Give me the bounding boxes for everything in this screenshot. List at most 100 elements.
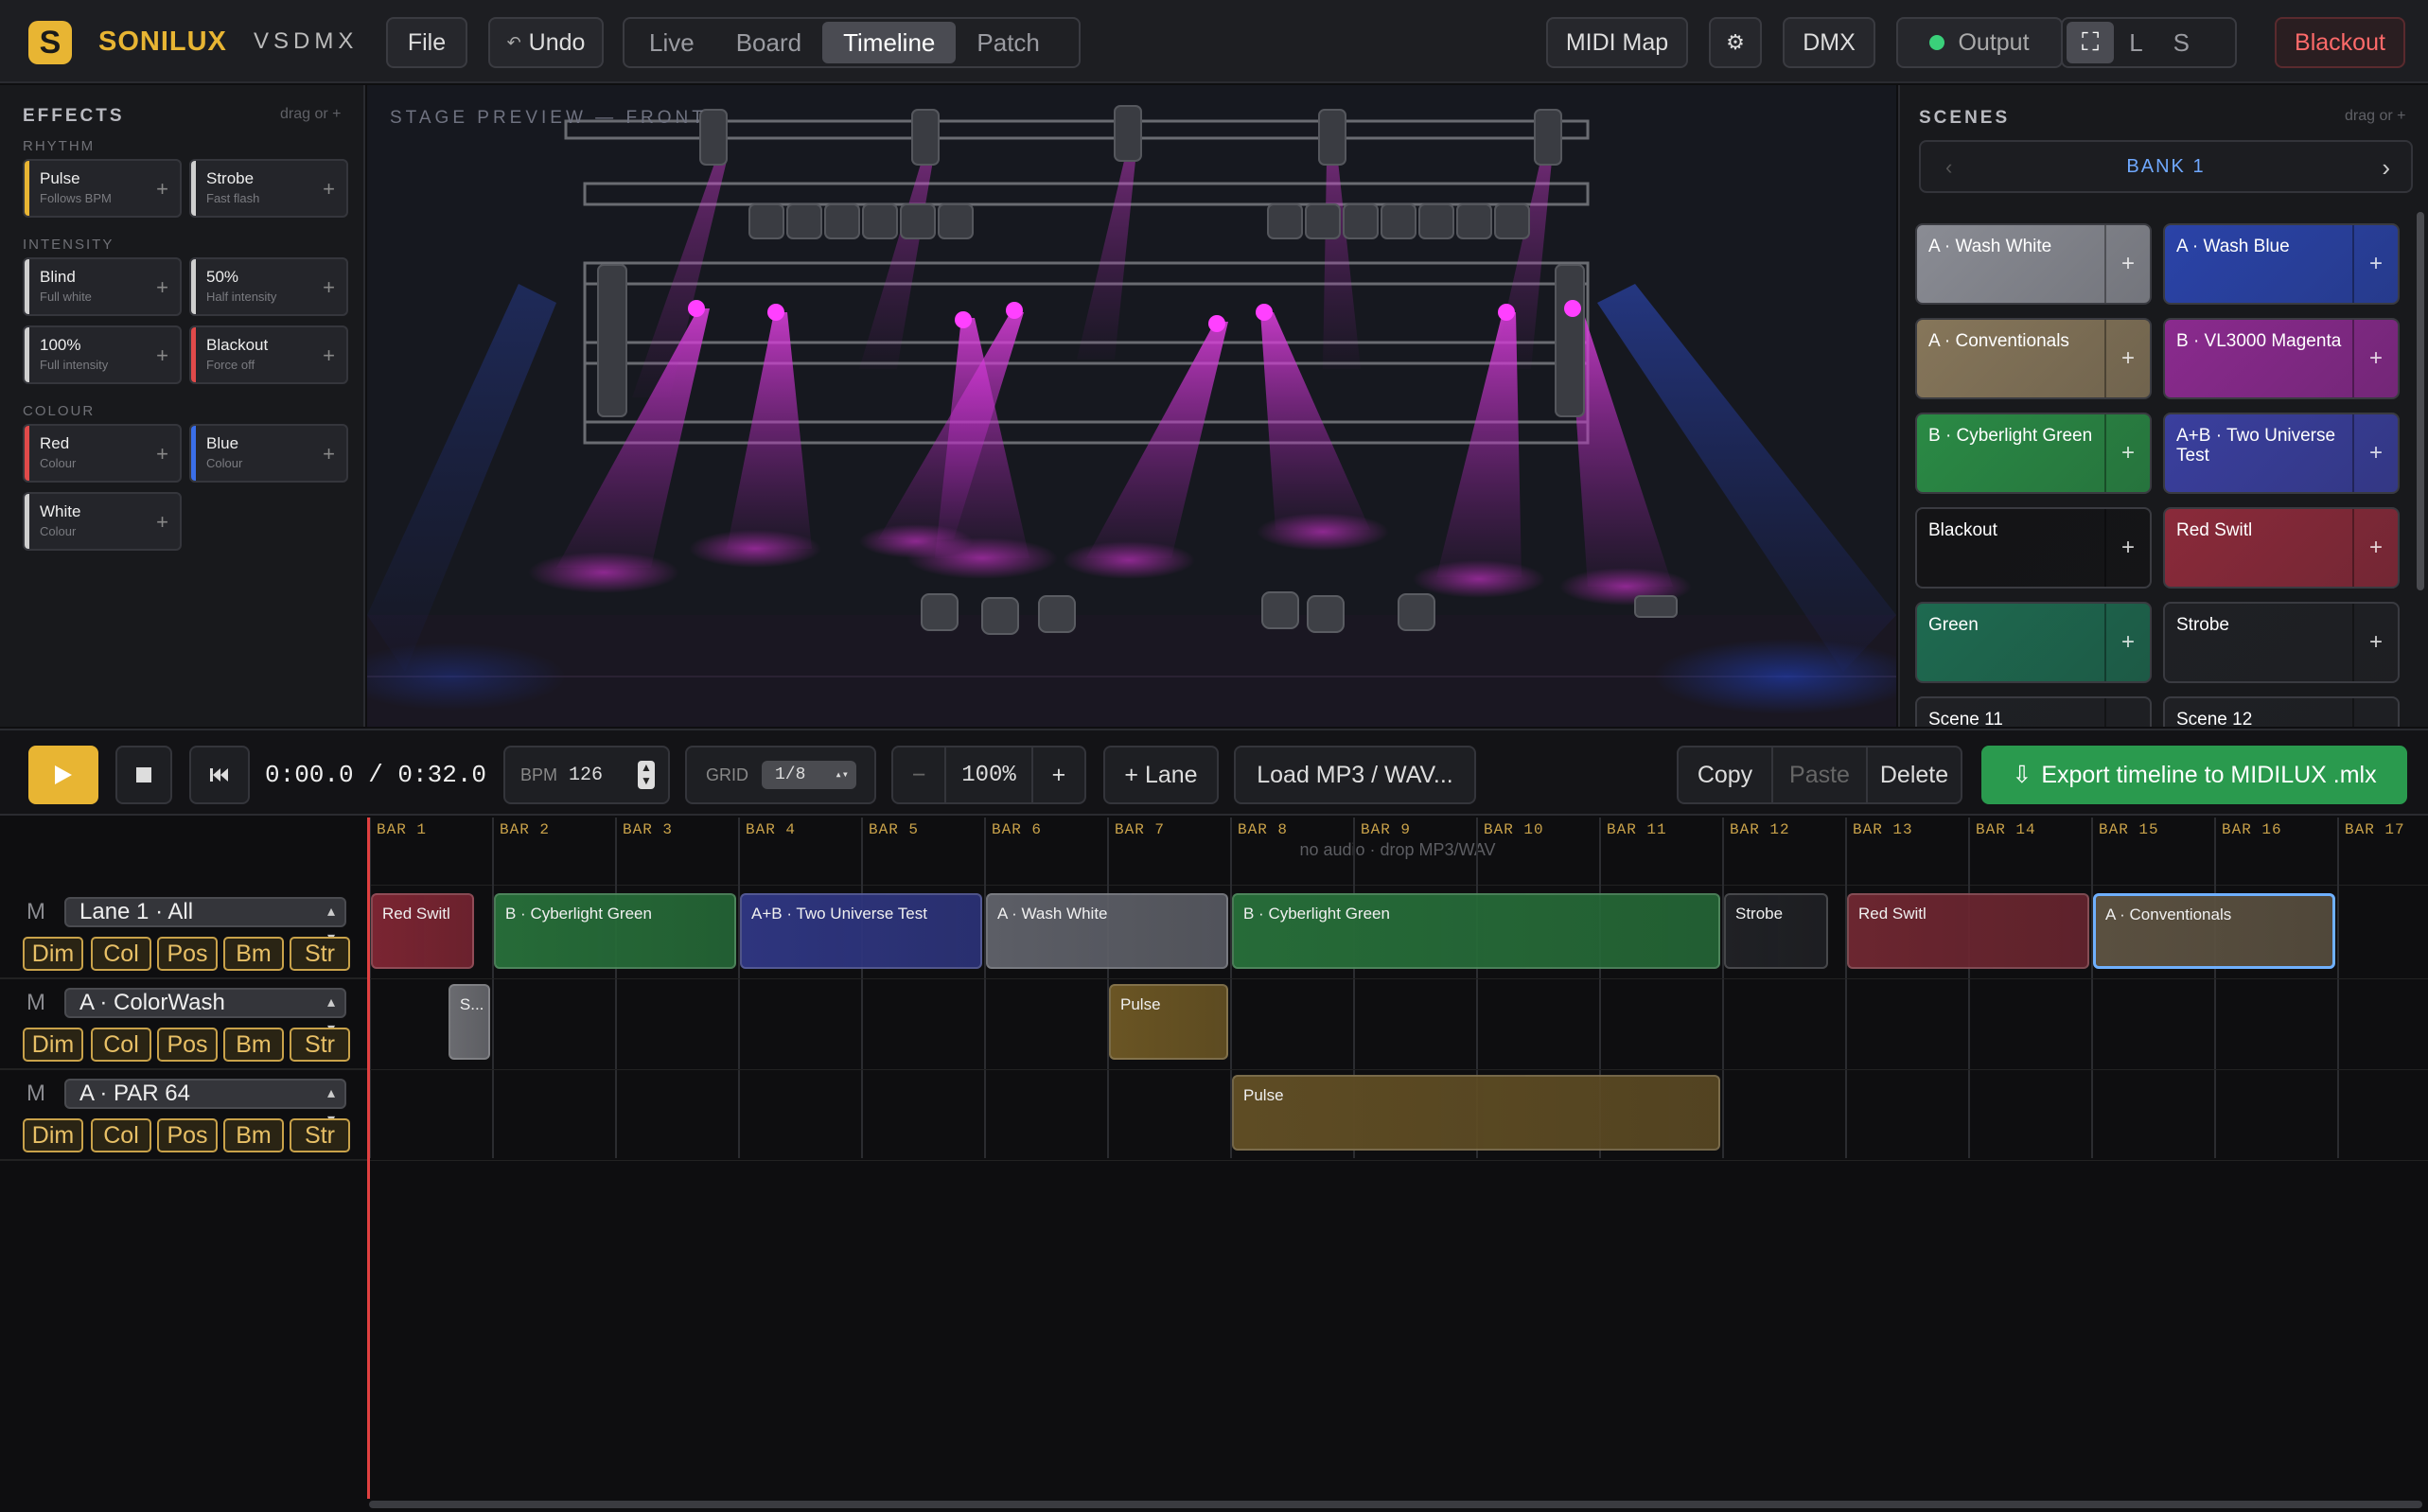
- midi-map-button[interactable]: MIDI Map: [1546, 17, 1688, 68]
- add-icon[interactable]: +: [156, 442, 168, 466]
- size-large-button[interactable]: L: [2114, 22, 2157, 63]
- tab-timeline[interactable]: Timeline: [822, 22, 957, 63]
- chip-pos[interactable]: Pos: [157, 937, 218, 971]
- add-icon[interactable]: +: [2352, 414, 2398, 492]
- timeline-clip[interactable]: Strobe: [1724, 893, 1829, 969]
- copy-button[interactable]: Copy: [1679, 747, 1773, 802]
- add-icon[interactable]: +: [156, 275, 168, 300]
- chip-str[interactable]: Str: [290, 1118, 350, 1152]
- add-icon[interactable]: +: [2104, 414, 2150, 492]
- timeline-clip[interactable]: Red Switl: [371, 893, 475, 969]
- blackout-button[interactable]: Blackout: [2275, 17, 2405, 68]
- timeline-clip[interactable]: B · Cyberlight Green: [494, 893, 736, 969]
- stop-button[interactable]: [115, 746, 172, 804]
- effect-50[interactable]: 50% Half intensity +: [189, 257, 348, 316]
- chip-bm[interactable]: Bm: [223, 1118, 284, 1152]
- scene-tile[interactable]: Green +: [1915, 602, 2152, 683]
- add-icon[interactable]: +: [156, 510, 168, 535]
- chip-dim[interactable]: Dim: [23, 937, 83, 971]
- timeline-scrollbar[interactable]: [369, 1501, 2422, 1508]
- scene-tile[interactable]: Red Switl +: [2163, 507, 2400, 589]
- scene-tile[interactable]: Strobe +: [2163, 602, 2400, 683]
- bpm-stepper-icon[interactable]: ▲ ▼: [638, 761, 655, 789]
- add-icon[interactable]: +: [2352, 698, 2398, 727]
- effect-red[interactable]: Red Colour +: [23, 424, 182, 483]
- timeline-clip[interactable]: A · Wash White: [986, 893, 1228, 969]
- add-icon[interactable]: +: [323, 275, 335, 300]
- tab-board[interactable]: Board: [715, 22, 822, 63]
- scene-tile[interactable]: Scene 11 +: [1915, 696, 2152, 727]
- lane-select[interactable]: A · ColorWash▴▾: [64, 988, 346, 1037]
- effect-blind[interactable]: Blind Full white +: [23, 257, 182, 316]
- timeline-clip[interactable]: Red Switl: [1847, 893, 2089, 969]
- add-icon[interactable]: +: [2352, 225, 2398, 303]
- effect-100[interactable]: 100% Full intensity +: [23, 325, 182, 384]
- add-icon[interactable]: +: [323, 442, 335, 466]
- scene-tile[interactable]: A · Wash Blue +: [2163, 223, 2400, 305]
- effect-strobe[interactable]: Strobe Fast flash +: [189, 159, 348, 218]
- chip-bm[interactable]: Bm: [223, 1028, 284, 1062]
- grid-field[interactable]: GRID 1/8 ▴▾: [685, 746, 876, 804]
- mute-button[interactable]: M: [26, 1081, 45, 1107]
- chip-bm[interactable]: Bm: [223, 937, 284, 971]
- effect-blue[interactable]: Blue Colour +: [189, 424, 348, 483]
- paste-button[interactable]: Paste: [1773, 747, 1868, 802]
- timeline-clip[interactable]: A · Conventionals: [2093, 893, 2335, 969]
- tab-patch[interactable]: Patch: [956, 22, 1061, 63]
- timeline-clip[interactable]: A+B · Two Universe Test: [740, 893, 982, 969]
- effect-white[interactable]: White Colour +: [23, 492, 182, 551]
- add-icon[interactable]: +: [156, 343, 168, 368]
- add-icon[interactable]: +: [323, 343, 335, 368]
- add-icon[interactable]: +: [2352, 604, 2398, 681]
- timeline-clip[interactable]: Pulse: [1232, 1075, 1720, 1151]
- chip-dim[interactable]: Dim: [23, 1028, 83, 1062]
- add-icon[interactable]: +: [2104, 604, 2150, 681]
- chip-pos[interactable]: Pos: [157, 1118, 218, 1152]
- scene-tile[interactable]: B · Cyberlight Green +: [1915, 413, 2152, 494]
- chip-dim[interactable]: Dim: [23, 1118, 83, 1152]
- chip-col[interactable]: Col: [91, 937, 151, 971]
- export-button[interactable]: ⇩ Export timeline to MIDILUX .mlx: [1981, 746, 2407, 804]
- chip-pos[interactable]: Pos: [157, 1028, 218, 1062]
- mute-button[interactable]: M: [26, 990, 45, 1016]
- scene-tile[interactable]: Scene 12 +: [2163, 696, 2400, 727]
- effect-pulse[interactable]: Pulse Follows BPM +: [23, 159, 182, 218]
- add-icon[interactable]: +: [323, 177, 335, 202]
- chevron-right-icon[interactable]: ›: [2382, 153, 2390, 183]
- timeline-clip[interactable]: S...: [448, 984, 490, 1060]
- add-icon[interactable]: +: [2352, 509, 2398, 587]
- zoom-out-button[interactable]: −: [893, 747, 946, 802]
- rewind-button[interactable]: [189, 746, 250, 804]
- gear-icon[interactable]: ⚙: [1709, 17, 1762, 68]
- scene-tile[interactable]: Blackout +: [1915, 507, 2152, 589]
- load-audio-button[interactable]: Load MP3 / WAV...: [1234, 746, 1476, 804]
- chip-str[interactable]: Str: [290, 937, 350, 971]
- scene-tile[interactable]: A+B · Two Universe Test +: [2163, 413, 2400, 494]
- add-icon[interactable]: +: [2104, 698, 2150, 727]
- tab-live[interactable]: Live: [628, 22, 715, 63]
- add-lane-button[interactable]: + Lane: [1103, 746, 1219, 804]
- play-button[interactable]: [28, 746, 98, 804]
- effect-blackout[interactable]: Blackout Force off +: [189, 325, 348, 384]
- chip-col[interactable]: Col: [91, 1118, 151, 1152]
- scene-tile[interactable]: B · VL3000 Magenta +: [2163, 318, 2400, 399]
- lane-select[interactable]: Lane 1 · All▴▾: [64, 897, 346, 946]
- add-icon[interactable]: +: [2104, 225, 2150, 303]
- chip-col[interactable]: Col: [91, 1028, 151, 1062]
- add-icon[interactable]: +: [2104, 509, 2150, 587]
- grid-select[interactable]: 1/8 ▴▾: [762, 761, 856, 789]
- zoom-in-button[interactable]: +: [1030, 747, 1084, 802]
- undo-button[interactable]: ↶ Undo: [488, 17, 604, 68]
- bpm-field[interactable]: BPM 126 ▲ ▼: [503, 746, 670, 804]
- output-toggle[interactable]: Output: [1896, 17, 2063, 68]
- fullscreen-icon[interactable]: ⛶: [2067, 22, 2115, 63]
- timeline-clip[interactable]: B · Cyberlight Green: [1232, 893, 1720, 969]
- scenes-scrollbar[interactable]: [2417, 212, 2424, 590]
- scene-tile[interactable]: A · Conventionals +: [1915, 318, 2152, 399]
- delete-button[interactable]: Delete: [1868, 747, 1961, 802]
- add-icon[interactable]: +: [2104, 320, 2150, 397]
- lane-select[interactable]: A · PAR 64▴▾: [64, 1079, 346, 1128]
- size-small-button[interactable]: S: [2158, 22, 2205, 63]
- playhead[interactable]: [367, 818, 370, 1499]
- mute-button[interactable]: M: [26, 899, 45, 925]
